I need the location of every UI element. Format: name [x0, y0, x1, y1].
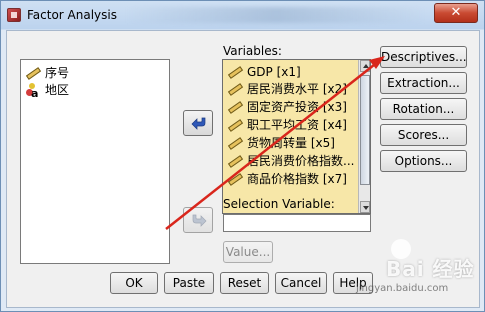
variable-item-label: 居民消费价格指数... [247, 154, 355, 168]
variable-item-label: 居民消费水平 [x2] [247, 82, 347, 96]
watermark-text: Bai 经验 [386, 257, 475, 281]
variable-item[interactable]: 固定资产投资 [x3] [227, 98, 347, 115]
close-button[interactable]: ✕ [434, 3, 478, 23]
move-to-selection-button[interactable] [183, 207, 213, 233]
source-item[interactable]: 序号 [25, 64, 69, 81]
move-to-variables-button[interactable] [183, 110, 213, 136]
variable-item[interactable]: 职工平均工资 [x4] [227, 116, 347, 133]
variable-item[interactable]: 商品价格指数 [x7] [227, 170, 347, 187]
arrow-left-icon [191, 117, 206, 130]
variables-list[interactable]: GDP [x1] 居民消费水平 [x2] 固定资产投资 [x3] 职工平均工资 … [222, 59, 371, 214]
value-button[interactable]: Value... [223, 241, 273, 263]
scale-ruler-icon [227, 118, 244, 132]
cancel-button[interactable]: Cancel [275, 272, 327, 294]
scores-button[interactable]: Scores... [380, 124, 467, 146]
factor-analysis-dialog: Factor Analysis ✕ 序号 a 地区 Variables: GDP… [0, 0, 485, 312]
spss-app-icon [7, 8, 21, 22]
source-item[interactable]: a 地区 [25, 81, 70, 100]
scroll-down-arrow-icon[interactable] [360, 201, 370, 213]
variables-scrollbar[interactable] [358, 60, 370, 213]
selection-variable-label: Selection Variable: [223, 197, 335, 211]
variable-item[interactable]: GDP [x1] [227, 63, 301, 80]
scale-ruler-icon [227, 82, 244, 96]
window-title: Factor Analysis [27, 8, 117, 22]
scroll-up-arrow-icon[interactable] [360, 60, 370, 72]
scale-ruler-icon [227, 65, 244, 79]
arrow-right-icon [192, 214, 207, 227]
scale-ruler-icon [227, 172, 244, 186]
title-bar[interactable]: Factor Analysis ✕ [1, 1, 485, 29]
variable-item[interactable]: 居民消费水平 [x2] [227, 80, 347, 97]
variable-item-label: 货物周转量 [x5] [247, 136, 335, 150]
source-variable-list[interactable]: 序号 a 地区 [20, 59, 170, 264]
variable-item-label: 职工平均工资 [x4] [247, 118, 347, 132]
scrollbar-thumb[interactable] [360, 75, 370, 185]
paste-button[interactable]: Paste [164, 272, 214, 294]
scale-ruler-icon [227, 136, 244, 150]
source-item-label: 序号 [45, 66, 70, 80]
variable-item[interactable]: 居民消费价格指数... [227, 152, 354, 169]
nominal-string-icon: a [25, 82, 41, 100]
extraction-button[interactable]: Extraction... [380, 72, 467, 94]
reset-button[interactable]: Reset [220, 272, 269, 294]
variables-label: Variables: [223, 44, 282, 58]
scale-ruler-icon [25, 66, 42, 80]
descriptives-button[interactable]: Descriptives... [380, 46, 467, 68]
scale-ruler-icon [227, 100, 244, 114]
source-item-label: 地区 [45, 83, 70, 97]
variable-item[interactable]: 货物周转量 [x5] [227, 134, 335, 151]
variable-item-label: 固定资产投资 [x3] [247, 100, 347, 114]
options-button[interactable]: Options... [380, 150, 467, 172]
selection-variable-field[interactable] [223, 214, 371, 232]
blurred-background-tabs [126, 7, 426, 23]
variable-item-label: GDP [x1] [247, 64, 301, 79]
baidu-watermark: Bai 经验 jingyan.baidu.com [356, 239, 485, 299]
watermark-url: jingyan.baidu.com [356, 283, 449, 294]
variable-item-label: 商品价格指数 [x7] [247, 172, 347, 186]
scale-ruler-icon [227, 154, 244, 168]
rotation-button[interactable]: Rotation... [380, 98, 467, 120]
ok-button[interactable]: OK [110, 272, 158, 294]
